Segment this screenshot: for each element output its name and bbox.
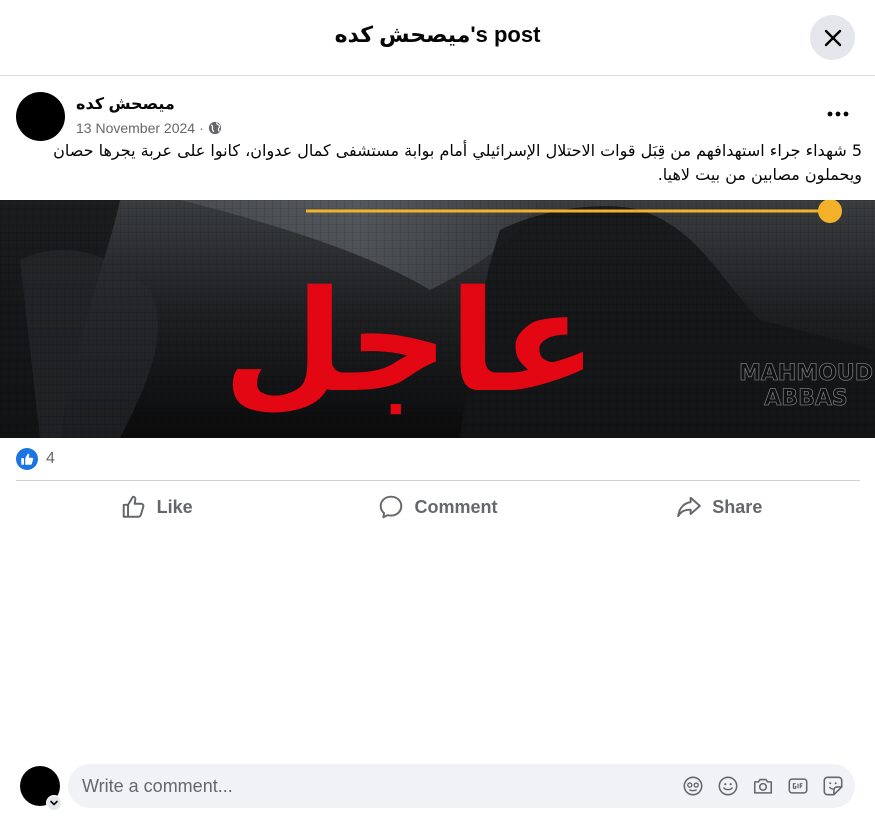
- avatar-sticker-icon: [683, 776, 702, 795]
- reaction-count: 4: [46, 450, 55, 467]
- divider: [16, 480, 860, 481]
- like-label: Like: [156, 496, 193, 517]
- emoji-icon: [718, 776, 737, 795]
- comment-button[interactable]: Comment: [297, 486, 578, 528]
- comment-icon: [380, 495, 403, 519]
- author-name[interactable]: ميصحش كده: [76, 94, 175, 114]
- gif-icon: [788, 777, 807, 794]
- watermark-line-1: MAHMOUD: [739, 361, 873, 386]
- dialog-title: ميصحش كده's post: [334, 22, 541, 47]
- sticker-button[interactable]: [820, 773, 845, 798]
- like-reaction-icon: [16, 448, 38, 470]
- comment-input[interactable]: [82, 764, 642, 808]
- close-button[interactable]: [810, 15, 855, 60]
- share-button[interactable]: Share: [579, 486, 860, 528]
- watermark-line-2: ABBAS: [764, 386, 847, 411]
- close-icon: [824, 29, 841, 46]
- gif-button[interactable]: [785, 773, 810, 798]
- comment-composer: [68, 764, 855, 808]
- dialog-header: ميصحش كده's post: [0, 0, 875, 76]
- post-image[interactable]: عاجل MAHMOUD ABBAS: [0, 200, 875, 438]
- emoji-button[interactable]: [715, 773, 740, 798]
- globe-icon: [208, 121, 221, 135]
- sticker-icon: [823, 776, 842, 795]
- like-button[interactable]: Like: [16, 486, 297, 528]
- reactions-summary[interactable]: 4: [16, 448, 55, 470]
- headline-text: عاجل: [223, 261, 597, 424]
- more-options-button[interactable]: [824, 100, 852, 128]
- meta-separator: ·: [199, 120, 204, 136]
- post-actions: Like Comment Share: [16, 486, 860, 528]
- post-date[interactable]: 13 November 2024: [76, 120, 195, 136]
- avatar-sticker-button[interactable]: [680, 773, 705, 798]
- author-avatar[interactable]: [16, 92, 65, 141]
- like-icon: [122, 495, 145, 518]
- more-icon: [827, 111, 849, 117]
- share-label: Share: [712, 496, 763, 517]
- share-icon: [677, 496, 702, 518]
- post-text: 5 شهداء جراء استهدافهم من قِبَل قوات الا…: [53, 141, 862, 184]
- camera-button[interactable]: [750, 773, 775, 798]
- comment-label: Comment: [414, 496, 498, 517]
- account-switch-button[interactable]: [46, 795, 62, 811]
- composer-tools: [680, 773, 845, 798]
- breaking-news-graphic: عاجل MAHMOUD ABBAS: [0, 200, 875, 438]
- post-meta: 13 November 2024 ·: [76, 120, 222, 136]
- chevron-down-icon: [50, 800, 58, 806]
- camera-icon: [753, 778, 772, 794]
